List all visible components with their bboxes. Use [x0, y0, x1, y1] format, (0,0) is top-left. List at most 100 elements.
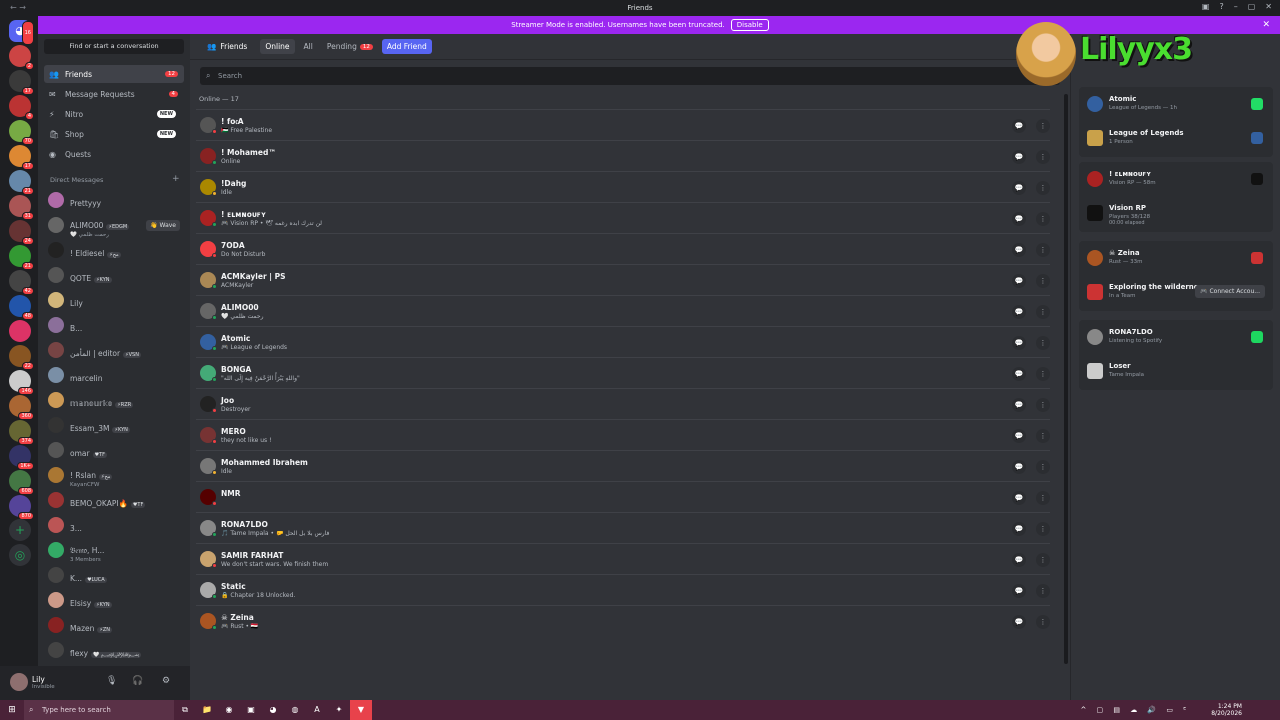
dm-item[interactable]: flexy 🤍 ﷽	[44, 639, 184, 661]
message-icon[interactable]: 💬	[1012, 584, 1026, 598]
friend-row[interactable]: BONGA "واللهِ يَبْرَأُ الرَّحْمَنُ فِيه إ…	[196, 357, 1050, 388]
activity-card[interactable]: ! ᴇʟᴍɴᴏᴜꜰʏ Vision RP — 58m Vision RP Player…	[1079, 162, 1273, 232]
server-icon[interactable]: 17	[9, 145, 34, 170]
message-icon[interactable]: 💬	[1012, 336, 1026, 350]
taskbar-search-input[interactable]: ⌕ Type here to search	[24, 700, 174, 720]
more-options-icon[interactable]: ⋮	[1036, 398, 1050, 412]
connect-account-button[interactable]: 🎮 Connect Accou...	[1195, 285, 1265, 298]
friend-row[interactable]: SAMIR FARHAT We don't start wars. We fini…	[196, 543, 1050, 574]
message-icon[interactable]: 💬	[1012, 460, 1026, 474]
app-active-icon[interactable]: ▼	[350, 700, 372, 720]
more-options-icon[interactable]: ⋮	[1036, 181, 1050, 195]
more-options-icon[interactable]: ⋮	[1036, 212, 1050, 226]
dm-item[interactable]: BEMO_OKAPI🔥 ♥TF	[44, 489, 184, 511]
friend-row[interactable]: Static 🔒 Chapter 18 Unlocked. 💬 ⋮	[196, 574, 1050, 605]
friend-row[interactable]: ☠ Zeina 🎮 Rust • 🇪🇬 💬 ⋮	[196, 605, 1050, 636]
task-view-icon[interactable]: ⧉	[174, 700, 196, 720]
dm-item[interactable]: ALIMO00 ⚡EDGM 🤍 رحمت ظلمي 👋 Wave	[44, 214, 184, 238]
app-icon[interactable]: ▣	[240, 700, 262, 720]
server-icon[interactable]: 146	[9, 370, 34, 395]
inbox-icon[interactable]: ▣	[1202, 2, 1210, 11]
tab-pending[interactable]: Pending 12	[322, 39, 378, 54]
activity-card[interactable]: Atomic League of Legends — 1h League of Le…	[1079, 87, 1273, 157]
server-icon[interactable]: 2	[9, 45, 34, 70]
dm-item[interactable]: 𝕞𝕒𝕟𝕠𝕦𝕣𝕜𝕠 ⚡RZR	[44, 389, 184, 411]
maximize-button[interactable]: ▢	[1248, 2, 1256, 11]
server-icon[interactable]	[9, 320, 31, 342]
friend-row[interactable]: ACMKayler | PS ACMKayler 💬 ⋮	[196, 264, 1050, 295]
message-icon[interactable]: 💬	[1012, 491, 1026, 505]
more-options-icon[interactable]: ⋮	[1036, 522, 1050, 536]
message-icon[interactable]: 💬	[1012, 119, 1026, 133]
search-input[interactable]: ⌕ Search	[200, 67, 1060, 85]
taskbar-clock[interactable]: 1:24 PM 8/20/2026	[1211, 703, 1242, 717]
dm-item[interactable]: Mazen ⚡ZN	[44, 614, 184, 636]
friend-row[interactable]: ! Mohamed™ Online 💬 ⋮	[196, 140, 1050, 171]
close-window-button[interactable]: ✕	[1265, 2, 1272, 11]
dm-item[interactable]: QOTE ⚡KYN	[44, 264, 184, 286]
windows-start-icon[interactable]: ⊞	[0, 705, 24, 715]
message-icon[interactable]: 💬	[1012, 429, 1026, 443]
friend-row[interactable]: Joo Destroyer 💬 ⋮	[196, 388, 1050, 419]
message-icon[interactable]: 💬	[1012, 553, 1026, 567]
server-icon[interactable]: 21	[9, 245, 34, 270]
friend-row[interactable]: !Dahg Idle 💬 ⋮	[196, 171, 1050, 202]
friend-row[interactable]: RONA7LDO 🎵 Tame Impala • 🤛 فارس بلا بل ال…	[196, 512, 1050, 543]
dm-item[interactable]: omar ♥TF	[44, 439, 184, 461]
more-options-icon[interactable]: ⋮	[1036, 274, 1050, 288]
tab-online[interactable]: Online	[260, 39, 295, 54]
more-options-icon[interactable]: ⋮	[1036, 336, 1050, 350]
more-options-icon[interactable]: ⋮	[1036, 615, 1050, 629]
message-icon[interactable]: 💬	[1012, 615, 1026, 629]
server-icon[interactable]: 31	[9, 195, 34, 220]
server-icon[interactable]: 21	[9, 170, 34, 195]
server-icon[interactable]: 48	[9, 295, 34, 320]
dm-item[interactable]: marcelin	[44, 364, 184, 386]
dm-item[interactable]: المأمن | editor ⚡VSN	[44, 339, 184, 361]
more-options-icon[interactable]: ⋮	[1036, 150, 1050, 164]
server-icon[interactable]: 360	[9, 395, 34, 420]
server-icon[interactable]: 42	[9, 270, 34, 295]
server-icon[interactable]: 22	[9, 345, 34, 370]
help-icon[interactable]: ?	[1219, 2, 1223, 11]
dm-item[interactable]: ! Rslan ⚡مح KayanCFW	[44, 464, 184, 488]
more-options-icon[interactable]: ⋮	[1036, 119, 1050, 133]
file-explorer-icon[interactable]: 📁	[196, 700, 218, 720]
sidebar-item-quests[interactable]: ◉ Quests	[44, 145, 184, 163]
more-options-icon[interactable]: ⋮	[1036, 429, 1050, 443]
chrome-icon[interactable]: ◉	[218, 700, 240, 720]
system-tray[interactable]: ^ ▢ ▤ ☁ 🔊 ▭ ᴱ	[1080, 706, 1190, 714]
microphone-icon[interactable]: 🎙	[106, 676, 117, 686]
message-icon[interactable]: 💬	[1012, 243, 1026, 257]
friend-row[interactable]: MERO they not like us ! 💬 ⋮	[196, 419, 1050, 450]
dm-item[interactable]: Lily	[44, 289, 184, 311]
add-friend-button[interactable]: Add Friend	[381, 39, 432, 54]
message-icon[interactable]: 💬	[1012, 367, 1026, 381]
discord-taskbar-icon[interactable]: ◕	[262, 700, 284, 720]
sidebar-item-friends[interactable]: 👥 Friends 12	[44, 65, 184, 83]
disable-streamer-button[interactable]: Disable	[730, 19, 769, 31]
sidebar-item-message-requests[interactable]: ✉ Message Requests 4	[44, 85, 184, 103]
app-a-icon[interactable]: A	[306, 700, 328, 720]
home-button[interactable]: ◕ 16	[9, 20, 34, 45]
dm-item[interactable]: Essam_3M ⚡KYN	[44, 414, 184, 436]
more-options-icon[interactable]: ⋮	[1036, 460, 1050, 474]
server-icon[interactable]: 17	[9, 70, 34, 95]
wave-button[interactable]: 👋 Wave	[146, 219, 180, 231]
friend-row[interactable]: NMR 💬 ⋮	[196, 481, 1050, 512]
server-icon[interactable]: 870	[9, 495, 34, 520]
friend-row[interactable]: Atomic 🎮 League of Legends 💬 ⋮	[196, 326, 1050, 357]
server-icon[interactable]: 374	[9, 420, 34, 445]
minimize-button[interactable]: –	[1234, 2, 1238, 11]
friends-scrollbar[interactable]	[1064, 94, 1068, 664]
message-icon[interactable]: 💬	[1012, 181, 1026, 195]
tab-all[interactable]: All	[299, 39, 318, 54]
more-options-icon[interactable]: ⋮	[1036, 491, 1050, 505]
more-options-icon[interactable]: ⋮	[1036, 367, 1050, 381]
message-icon[interactable]: 💬	[1012, 398, 1026, 412]
dm-item[interactable]: 3...	[44, 514, 184, 536]
activity-card[interactable]: ☠ Zeina Rust — 33m Exploring the wildernes…	[1079, 241, 1273, 311]
dm-item[interactable]: Elsisy ⚡KYN	[44, 589, 184, 611]
headset-icon[interactable]: 🎧	[132, 676, 143, 686]
message-icon[interactable]: 💬	[1012, 274, 1026, 288]
